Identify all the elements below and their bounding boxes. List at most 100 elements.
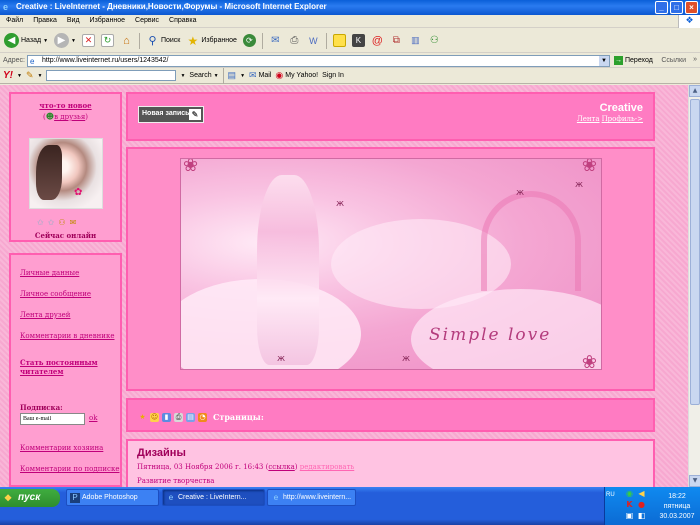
yahoo-search-button[interactable]: Search ▼: [189, 72, 218, 79]
volume-icon[interactable]: ◀: [637, 489, 646, 498]
research-icon[interactable]: ▥: [409, 34, 422, 47]
vertical-scrollbar[interactable]: ▲ ▼: [688, 85, 700, 487]
blog-title: Creative: [599, 102, 643, 114]
task-photoshop[interactable]: P Adobe Photoshop: [66, 489, 159, 506]
sidebar-item-diary-comments[interactable]: Комментарии в дневнике: [20, 332, 120, 341]
clock-day: пятница: [663, 503, 691, 510]
tray-app-icon[interactable]: ◧: [637, 511, 646, 520]
post-title[interactable]: Дизайны: [137, 447, 186, 459]
chevron-right-icon[interactable]: »: [693, 56, 697, 63]
ie-icon: e: [273, 493, 279, 502]
email-field[interactable]: [20, 413, 85, 425]
toolbar-separator: [222, 67, 224, 84]
chevron-down-icon[interactable]: ▼: [17, 73, 22, 79]
yahoo-logo-icon[interactable]: Y!: [3, 70, 13, 81]
group-icon[interactable]: ⚇: [58, 218, 65, 227]
window-title-bar[interactable]: e Creative : LiveInternet - Дневники,Нов…: [0, 0, 700, 15]
yahoo-mail-button[interactable]: ✉ Mail: [249, 70, 271, 81]
my-yahoo-button[interactable]: ◉ My Yahoo!: [275, 70, 318, 81]
add-friend-link[interactable]: в друзья: [54, 113, 85, 121]
task-liveinternet[interactable]: e http://www.liveintern...: [267, 489, 356, 506]
print-icon[interactable]: ⎙: [288, 34, 301, 47]
chevron-down-icon[interactable]: ▼: [180, 73, 185, 79]
star-icon[interactable]: ★: [138, 413, 147, 422]
task-label: Adobe Photoshop: [82, 494, 138, 501]
messenger-icon[interactable]: K: [351, 34, 365, 47]
clock[interactable]: 18:22 пятница 30.03.2007: [656, 492, 698, 522]
task-creative[interactable]: e Creative : LiveIntern...: [162, 489, 265, 506]
post-edit-link[interactable]: редактировать: [300, 463, 355, 471]
pencil-icon[interactable]: ✎: [26, 70, 34, 81]
history-icon[interactable]: ⟳: [242, 34, 256, 47]
maximize-button[interactable]: □: [670, 1, 683, 14]
go-label: Переход: [625, 57, 653, 64]
search-button[interactable]: ⚲ Поиск: [146, 34, 180, 47]
links-label[interactable]: Ссылки: [661, 57, 686, 64]
favorites-button[interactable]: ★ Избранное: [186, 33, 237, 48]
people-icon[interactable]: ⚇: [428, 34, 441, 47]
menu-view[interactable]: Вид: [67, 17, 80, 27]
menu-edit[interactable]: Правка: [33, 17, 57, 27]
language-indicator[interactable]: RU: [606, 492, 618, 503]
print-icon[interactable]: ⎙: [174, 412, 183, 422]
mail-icon[interactable]: ✉: [269, 34, 282, 47]
at-icon[interactable]: @: [371, 34, 384, 47]
back-button[interactable]: ◀ Назад ▼: [4, 33, 48, 48]
favorites-label: Избранное: [201, 37, 237, 44]
search-label: Поиск: [160, 37, 181, 44]
tray-app-icon[interactable]: ▣: [625, 511, 634, 520]
sidebar-item-friends-feed[interactable]: Лента друзей: [20, 311, 120, 320]
go-button[interactable]: → Переход: [614, 56, 653, 65]
minimize-button[interactable]: _: [655, 1, 668, 14]
close-button[interactable]: ×: [685, 1, 698, 14]
puzzle-icon[interactable]: ⧉: [390, 34, 403, 47]
avatar[interactable]: ✿: [29, 138, 103, 209]
edit-icon[interactable]: W: [307, 34, 320, 47]
notes-icon[interactable]: [332, 34, 346, 47]
address-input[interactable]: e http://www.liveinternet.ru/users/12435…: [27, 55, 610, 67]
home-icon[interactable]: ⌂: [120, 34, 133, 47]
chevron-down-icon[interactable]: ▼: [599, 56, 609, 66]
kaspersky-icon[interactable]: K: [625, 500, 634, 509]
taskbar: ❖ пуск P Adobe Photoshop e Creative : Li…: [0, 487, 700, 525]
sidebar-item-subscribe[interactable]: Стать постоянным читателем: [20, 358, 120, 376]
document-icon[interactable]: ▮: [162, 412, 171, 422]
alert-icon[interactable]: ●: [637, 500, 646, 509]
refresh-icon[interactable]: ↻: [100, 34, 114, 47]
subscribe-ok-button[interactable]: ok: [89, 414, 97, 422]
menu-help[interactable]: Справка: [169, 17, 196, 27]
menu-tools[interactable]: Сервис: [135, 17, 159, 27]
network-icon[interactable]: ◉: [625, 489, 634, 498]
sidebar-item-personal[interactable]: Личные данные: [20, 269, 120, 278]
chevron-down-icon[interactable]: ▼: [240, 73, 245, 79]
new-entry-button[interactable]: Новая запись ✎: [138, 106, 204, 123]
scroll-up-icon[interactable]: ▲: [689, 85, 700, 97]
stop-icon[interactable]: ✕: [81, 34, 95, 47]
profile-link[interactable]: Профиль->: [602, 115, 643, 123]
sidebar-item-message[interactable]: Личное сообщение: [20, 290, 120, 299]
highlight-icon[interactable]: ▤: [228, 70, 237, 81]
menu-file[interactable]: Файл: [6, 17, 23, 27]
scrollbar-thumb[interactable]: [690, 99, 700, 405]
toolbar-separator: [261, 32, 263, 49]
menu-favorites[interactable]: Избранное: [90, 17, 125, 27]
scroll-down-icon[interactable]: ▼: [689, 475, 700, 487]
sign-in-link[interactable]: Sign In: [322, 72, 344, 79]
gift-icon[interactable]: ✉: [70, 218, 77, 227]
rss-icon[interactable]: ◔: [198, 412, 207, 422]
star-icon: ★: [187, 33, 199, 48]
save-icon[interactable]: ▤: [186, 412, 195, 422]
page-icon: e: [30, 57, 35, 66]
chevron-down-icon[interactable]: ▼: [38, 73, 43, 79]
feed-link[interactable]: Лента: [577, 115, 600, 123]
whats-new-link[interactable]: что-то новое: [39, 101, 91, 110]
yahoo-search-input[interactable]: [46, 70, 177, 81]
forward-button[interactable]: ▶ ▼: [54, 33, 76, 48]
smile-icon[interactable]: ☺: [150, 412, 159, 422]
sidebar-item-subscription-comments[interactable]: Комментарии по подписке: [20, 465, 120, 474]
post-permalink[interactable]: ссылка: [268, 463, 294, 471]
sidebar-item-owner-comments[interactable]: Комментарии хозяина: [20, 444, 120, 453]
start-button[interactable]: ❖ пуск: [0, 489, 60, 507]
banner-panel: Simple love ж ж ж ж ж ❀ ❀ ❀: [126, 147, 655, 391]
add-friend-icon: ☻: [45, 112, 55, 121]
